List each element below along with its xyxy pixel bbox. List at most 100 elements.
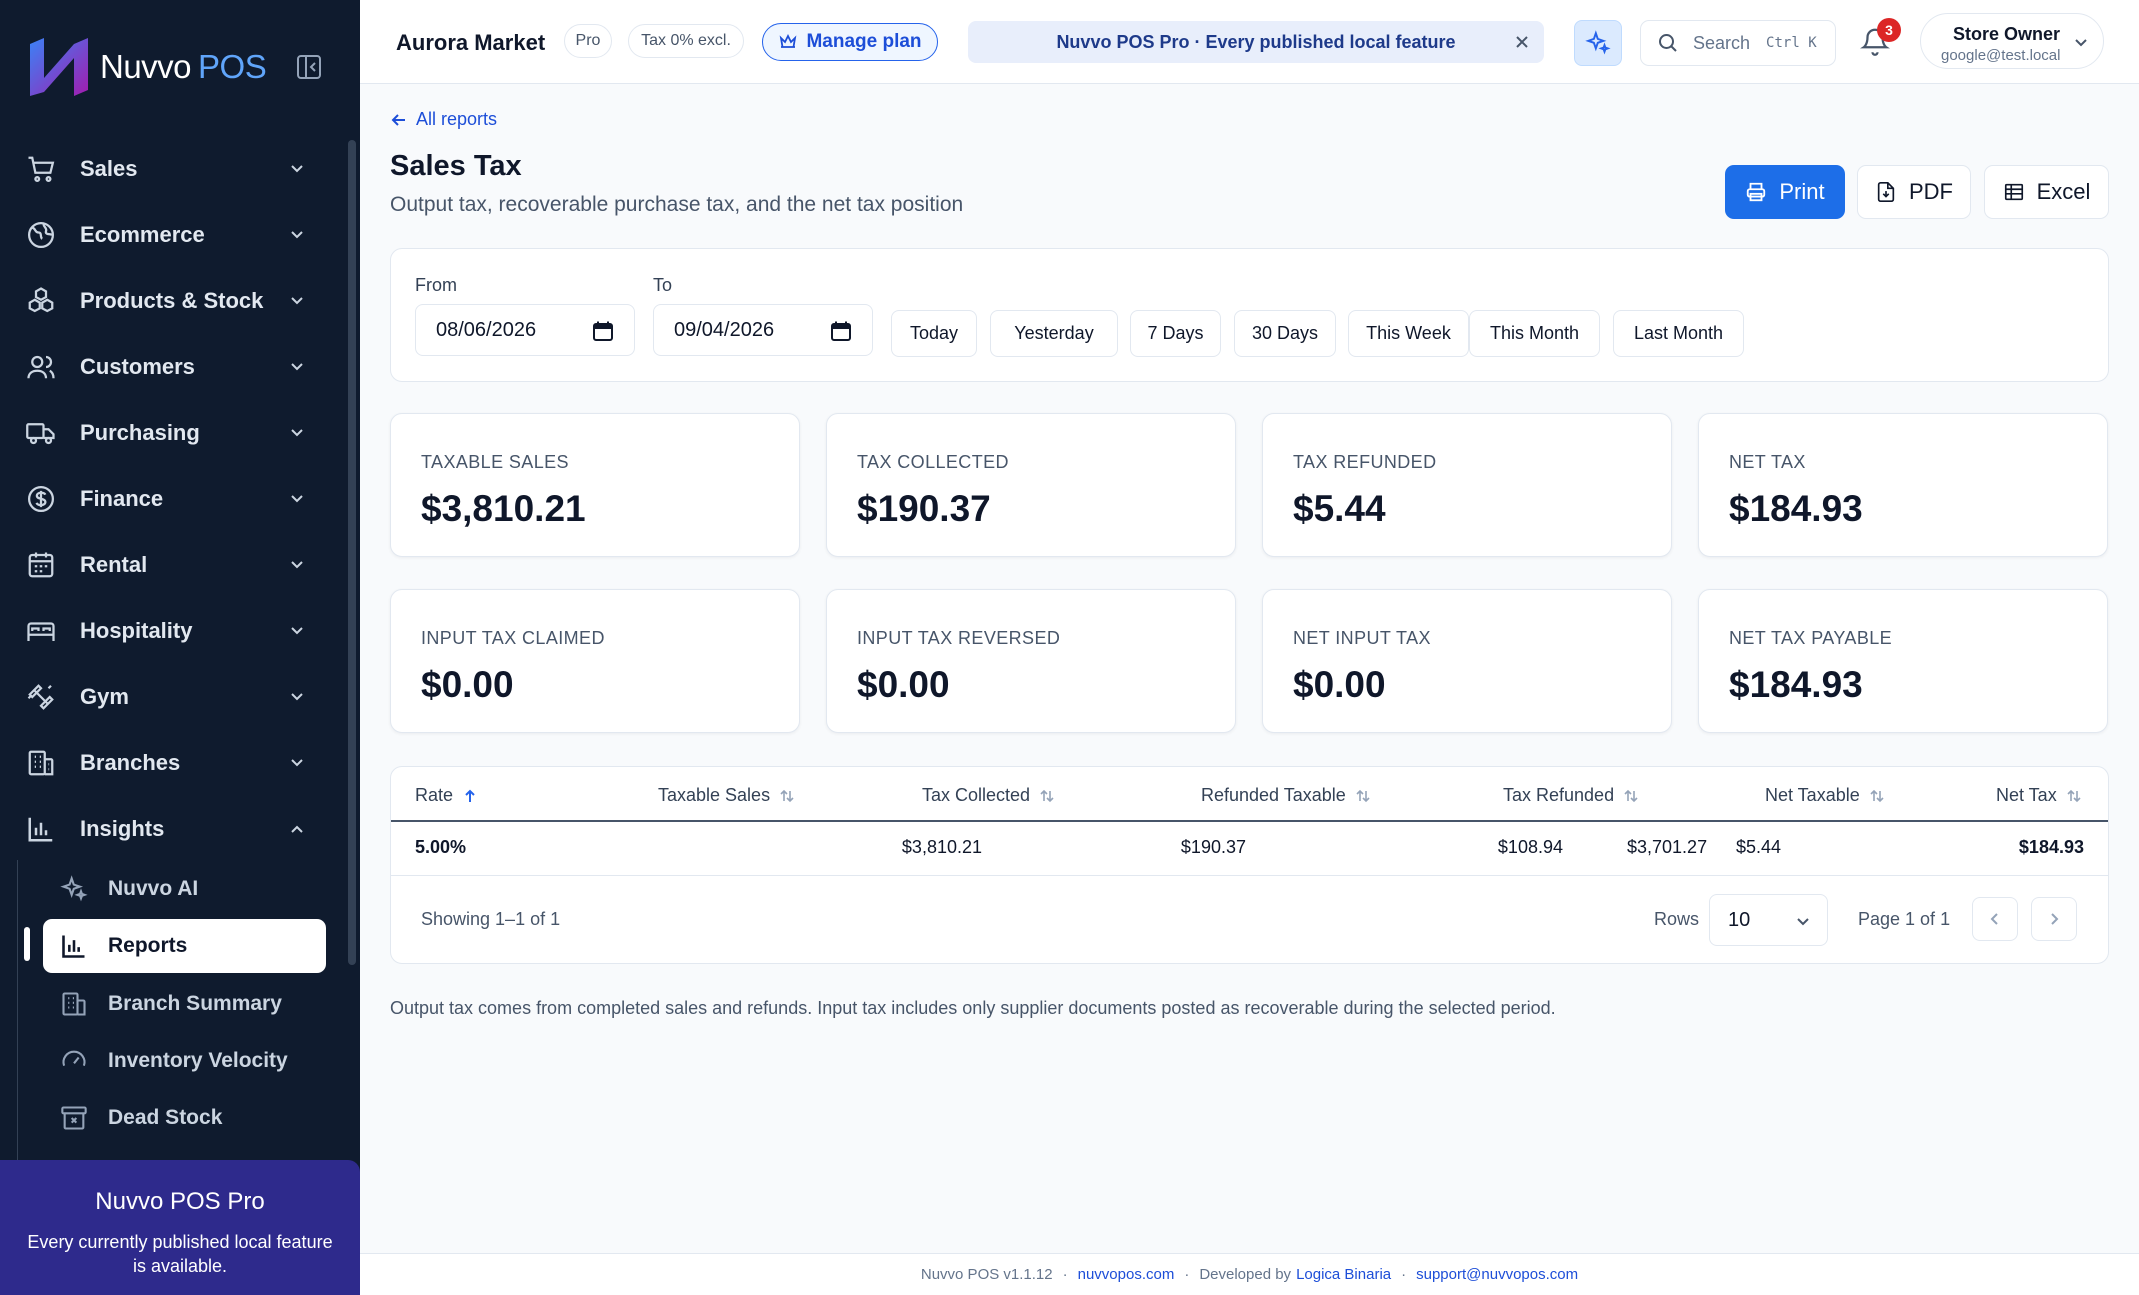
kpi-label: NET TAX (1729, 452, 1806, 472)
user-menu[interactable]: Store Owner google@test.local (1920, 13, 2104, 69)
top-bar: Aurora Market Pro Tax 0% excl. Manage pl… (360, 0, 2139, 84)
archive-x-icon (61, 1105, 87, 1130)
column-header-tax-refunded[interactable]: Tax Refunded (1503, 785, 1639, 806)
pagination-summary: Showing 1–1 of 1 (421, 909, 561, 929)
sidebar-item-finance[interactable]: Finance (26, 466, 326, 532)
manage-plan-button[interactable]: Manage plan (762, 23, 938, 61)
column-header-tax-collected[interactable]: Tax Collected (922, 785, 1055, 806)
sidebar-item-label: Inventory Velocity (108, 1048, 288, 1072)
kpi-net-tax: NET TAX $184.93 (1698, 413, 2108, 557)
promo-title: Nuvvo POS Pro (95, 1188, 265, 1215)
sidebar-scrollbar[interactable] (348, 140, 356, 965)
cell-net-tax: $184.93 (2018, 837, 2084, 857)
plan-badge: Pro (564, 24, 612, 58)
sidebar-item-label: Gym (80, 684, 129, 709)
preset-today-button[interactable]: Today (891, 310, 977, 357)
sort-icon (2067, 789, 2081, 802)
to-date-input[interactable]: 09/04/2026 (653, 304, 873, 356)
chevron-down-icon (291, 297, 303, 305)
cell-tax-collected: $190.37 (1180, 837, 1246, 857)
sidebar-item-label: Products & Stock (80, 288, 264, 313)
preset-this-month-button[interactable]: This Month (1469, 310, 1600, 357)
sidebar-item-label: Rental (80, 552, 148, 577)
calendar-icon[interactable] (830, 320, 852, 342)
column-header-net-tax[interactable]: Net Tax (1996, 785, 2082, 806)
sidebar-item-insights[interactable]: Insights (26, 796, 326, 862)
previous-page-button[interactable] (1972, 897, 2018, 941)
pdf-button[interactable]: PDF (1857, 165, 1971, 219)
kpi-tax-refunded: TAX REFUNDED $5.44 (1262, 413, 1672, 557)
kpi-value: $0.00 (1293, 664, 1386, 705)
chevron-down-icon (291, 627, 303, 635)
to-label: To (653, 275, 673, 295)
user-email: google@test.local (1941, 47, 2061, 64)
chevron-up-icon (291, 825, 303, 833)
arrow-left-icon (391, 113, 405, 126)
from-date-input[interactable]: 08/06/2026 (415, 304, 635, 356)
column-header-taxable-sales[interactable]: Taxable Sales (658, 785, 795, 806)
sidebar-item-branch-summary[interactable]: Branch Summary (16, 975, 326, 1032)
website-link[interactable]: nuvvopos.com (1078, 1266, 1175, 1283)
excel-button[interactable]: Excel (1984, 165, 2109, 219)
brand-logo[interactable]: Nuvvo POS (26, 32, 336, 102)
sidebar-item-hospitality[interactable]: Hospitality (26, 598, 326, 664)
sidebar-item-inventory-velocity[interactable]: Inventory Velocity (16, 1032, 326, 1089)
sidebar-item-ecommerce[interactable]: Ecommerce (26, 202, 326, 268)
sidebar-item-purchasing[interactable]: Purchasing (26, 400, 326, 466)
close-icon[interactable] (1512, 32, 1532, 52)
kpi-value: $3,810.21 (421, 488, 586, 529)
preset-this-week-button[interactable]: This Week (1348, 310, 1469, 357)
sidebar-item-rental[interactable]: Rental (26, 532, 326, 598)
sidebar-item-sales[interactable]: Sales (26, 136, 326, 202)
print-button[interactable]: Print (1725, 165, 1845, 219)
sales-tax-table: Rate Taxable Sales Tax Collected Refunde… (390, 766, 2109, 964)
chevron-down-icon (291, 165, 303, 173)
ai-assistant-button[interactable] (1574, 20, 1622, 66)
plan-promo: Nuvvo POS Pro Every currently published … (0, 1160, 360, 1295)
tax-mode-badge: Tax 0% excl. (628, 24, 744, 58)
page-footer: Nuvvo POS v1.1.12 · nuvvopos.com · Devel… (360, 1253, 2139, 1295)
sidebar-item-customers[interactable]: Customers (26, 334, 326, 400)
building-icon (28, 750, 54, 776)
sidebar-item-reports[interactable]: Reports (43, 919, 326, 973)
preset-last-month-button[interactable]: Last Month (1613, 310, 1744, 357)
excel-label: Excel (2036, 179, 2091, 204)
page-indicator: Page 1 of 1 (1858, 909, 1951, 929)
app-version: Nuvvo POS v1.1.12 (920, 1266, 1053, 1283)
kpi-tax-collected: TAX COLLECTED $190.37 (826, 413, 1236, 557)
sidebar-item-nuvvo-ai[interactable]: Nuvvo AI (16, 860, 326, 917)
support-email-link[interactable]: support@nuvvopos.com (1416, 1266, 1578, 1283)
kpi-taxable-sales: TAXABLE SALES $3,810.21 (390, 413, 800, 557)
chevron-left-icon (1990, 913, 1998, 925)
truck-icon (26, 423, 55, 445)
sidebar-item-branches[interactable]: Branches (26, 730, 326, 796)
users-icon (27, 355, 55, 379)
calendar-icon[interactable] (592, 320, 614, 342)
back-to-reports-link[interactable]: All reports (390, 109, 497, 130)
sort-icon (1040, 789, 1054, 802)
sidebar-item-dead-stock[interactable]: Dead Stock (16, 1089, 326, 1146)
report-footnote: Output tax comes from completed sales an… (390, 998, 1556, 1018)
sidebar-item-label: Finance (80, 486, 164, 511)
preset-7-days-button[interactable]: 7 Days (1130, 310, 1221, 357)
column-header-rate[interactable]: Rate (415, 785, 478, 806)
preset-yesterday-button[interactable]: Yesterday (990, 310, 1118, 357)
search-input[interactable]: Search Ctrl K (1640, 20, 1836, 66)
column-header-label: Tax Collected (922, 785, 1031, 805)
column-header-refunded-taxable[interactable]: Refunded Taxable (1201, 785, 1371, 806)
store-name[interactable]: Aurora Market (396, 30, 545, 56)
preset-30-days-button[interactable]: 30 Days (1234, 310, 1336, 357)
sidebar-item-gym[interactable]: Gym (26, 664, 326, 730)
column-header-net-taxable[interactable]: Net Taxable (1765, 785, 1885, 806)
collapse-sidebar-icon[interactable] (294, 52, 324, 82)
column-header-label: Refunded Taxable (1201, 785, 1346, 805)
next-page-button[interactable] (2031, 897, 2077, 941)
rows-per-page-select[interactable]: 10 (1709, 894, 1828, 946)
developer-link[interactable]: Logica Binaria (1296, 1266, 1391, 1283)
search-icon (1659, 34, 1677, 52)
kpi-value: $0.00 (421, 664, 514, 705)
user-name: Store Owner (1953, 24, 2061, 44)
pdf-label: PDF (1909, 179, 1953, 204)
sidebar-item-products-stock[interactable]: Products & Stock (26, 268, 326, 334)
chevron-down-icon (2075, 39, 2087, 47)
